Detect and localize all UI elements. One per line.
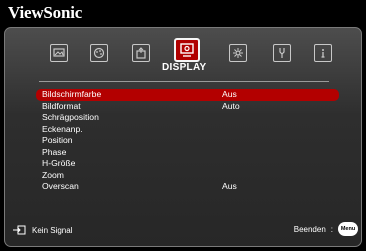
menu-item-value: Aus [222, 181, 237, 191]
tools-icon[interactable] [273, 44, 291, 62]
menu-item-label: Phase [42, 146, 67, 157]
picture-icon[interactable] [50, 44, 68, 62]
menu-item-eckenanp[interactable]: Eckenanp. [36, 124, 339, 136]
divider [39, 81, 329, 82]
menu-item-bildformat[interactable]: Bildformat Auto [36, 101, 339, 113]
menu-item-label: Eckenanp. [42, 123, 83, 134]
menu-item-label: Zoom [42, 169, 64, 180]
menu-item-zoom[interactable]: Zoom [36, 170, 339, 182]
active-tab-label: DISPLAY [162, 62, 207, 73]
menu-item-label: Overscan [42, 181, 79, 191]
input-source-icon [13, 225, 26, 235]
menu-item-overscan[interactable]: Overscan Aus [36, 181, 339, 193]
source-status-text: Kein Signal [32, 225, 73, 235]
information-icon[interactable] [314, 44, 332, 62]
osd-menu-panel: DISPLAY Bildschirmfarbe Aus Bildformat A… [4, 27, 362, 247]
menu-item-label: Position [42, 135, 73, 145]
exit-hint: Beenden : Menu [294, 222, 358, 236]
exit-label: Beenden [293, 224, 326, 234]
audio-palette-icon[interactable] [90, 44, 108, 62]
display-icon[interactable] [174, 38, 200, 62]
menu-item-schraegposition[interactable]: Schrägposition [36, 112, 339, 124]
menu-item-value: Aus [222, 89, 237, 99]
menu-item-bildschirmfarbe[interactable]: Bildschirmfarbe Aus [36, 89, 339, 101]
menu-item-label: Bildschirmfarbe [42, 89, 102, 99]
menu-item-label: H-Größe [42, 158, 76, 168]
menu-item-h-groesse[interactable]: H-Größe [36, 158, 339, 170]
menu-list: Bildschirmfarbe Aus Bildformat Auto Schr… [36, 89, 339, 193]
brand-logo: ViewSonic [8, 3, 83, 22]
menu-item-position[interactable]: Position [36, 135, 339, 147]
gear-icon[interactable] [229, 44, 247, 62]
menu-button[interactable]: Menu [338, 222, 358, 236]
separator-colon: : [330, 224, 333, 234]
setup-icon[interactable] [132, 44, 150, 62]
menu-item-label: Bildformat [42, 100, 81, 111]
source-status: Kein Signal [12, 225, 72, 235]
menu-item-phase[interactable]: Phase [36, 147, 339, 159]
menu-item-value: Auto [222, 100, 240, 111]
menu-item-label: Schrägposition [42, 112, 99, 122]
